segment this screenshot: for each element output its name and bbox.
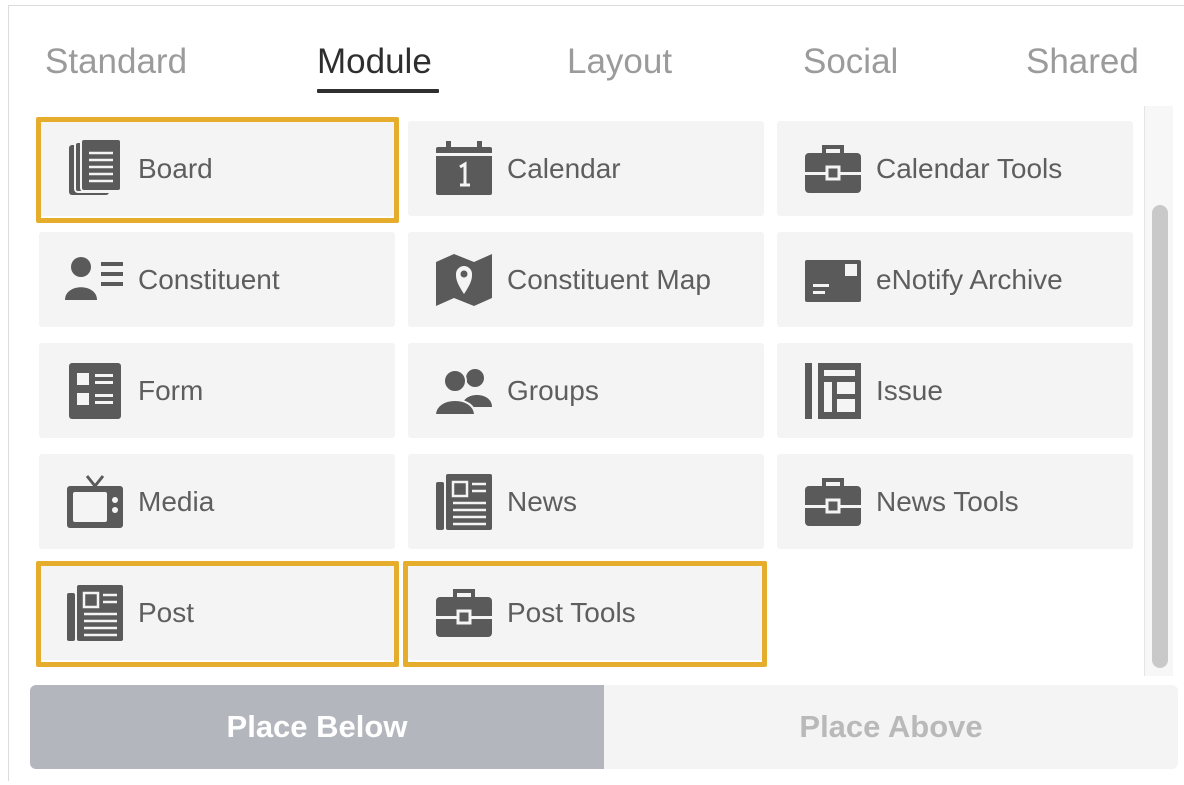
toolbox-icon [803, 472, 863, 532]
tab-social[interactable]: Social [803, 40, 898, 84]
envelope-icon [803, 250, 863, 310]
scrollbar-thumb[interactable] [1152, 205, 1168, 668]
tab-module[interactable]: Module [317, 40, 432, 84]
module-label: Issue [876, 375, 943, 406]
module-label: Post Tools [507, 597, 636, 628]
module-tile-enotify-archive[interactable]: eNotify Archive [777, 232, 1133, 327]
module-tile-issue[interactable]: Issue [777, 343, 1133, 438]
newspaper-icon [65, 583, 125, 643]
module-tile-constituent-map[interactable]: Constituent Map [408, 232, 764, 327]
constituent-icon [65, 250, 125, 310]
tab-shared[interactable]: Shared [1026, 40, 1139, 84]
module-label: Constituent Map [507, 264, 711, 295]
tv-icon [65, 472, 125, 532]
module-tile-post-tools[interactable]: Post Tools [408, 565, 764, 660]
tab-standard[interactable]: Standard [45, 40, 187, 84]
board-icon [65, 139, 125, 199]
module-tile-calendar[interactable]: Calendar [408, 121, 764, 216]
module-label: Post [138, 597, 195, 628]
module-label: Media [138, 486, 215, 517]
toolbox-icon [803, 139, 863, 199]
module-label: News [507, 486, 578, 517]
module-tile-constituent[interactable]: Constituent [39, 232, 395, 327]
module-label: Calendar Tools [876, 153, 1063, 184]
module-tile-form[interactable]: Form [39, 343, 395, 438]
module-label: News Tools [876, 486, 1019, 517]
module-label: eNotify Archive [876, 264, 1063, 295]
active-tab-indicator [317, 89, 439, 93]
form-icon [65, 361, 125, 421]
module-tile-board[interactable]: Board [39, 121, 395, 216]
issue-icon [803, 361, 863, 421]
module-tile-media[interactable]: Media [39, 454, 395, 549]
toolbox-icon [434, 583, 494, 643]
groups-icon [434, 361, 494, 421]
module-tile-groups[interactable]: Groups [408, 343, 764, 438]
calendar-icon [434, 139, 494, 199]
module-tile-news[interactable]: News [408, 454, 764, 549]
module-tile-post[interactable]: Post [39, 565, 395, 660]
module-label: Constituent [138, 264, 280, 295]
place-above-button[interactable]: Place Above [604, 685, 1178, 769]
module-label: Board [138, 153, 213, 184]
map-icon [434, 250, 494, 310]
tab-layout[interactable]: Layout [567, 40, 672, 84]
module-tile-news-tools[interactable]: News Tools [777, 454, 1133, 549]
module-label: Calendar [507, 153, 621, 184]
place-below-button[interactable]: Place Below [30, 685, 604, 769]
module-tile-calendar-tools[interactable]: Calendar Tools [777, 121, 1133, 216]
module-label: Form [138, 375, 204, 406]
module-label: Groups [507, 375, 599, 406]
newspaper-icon [434, 472, 494, 532]
